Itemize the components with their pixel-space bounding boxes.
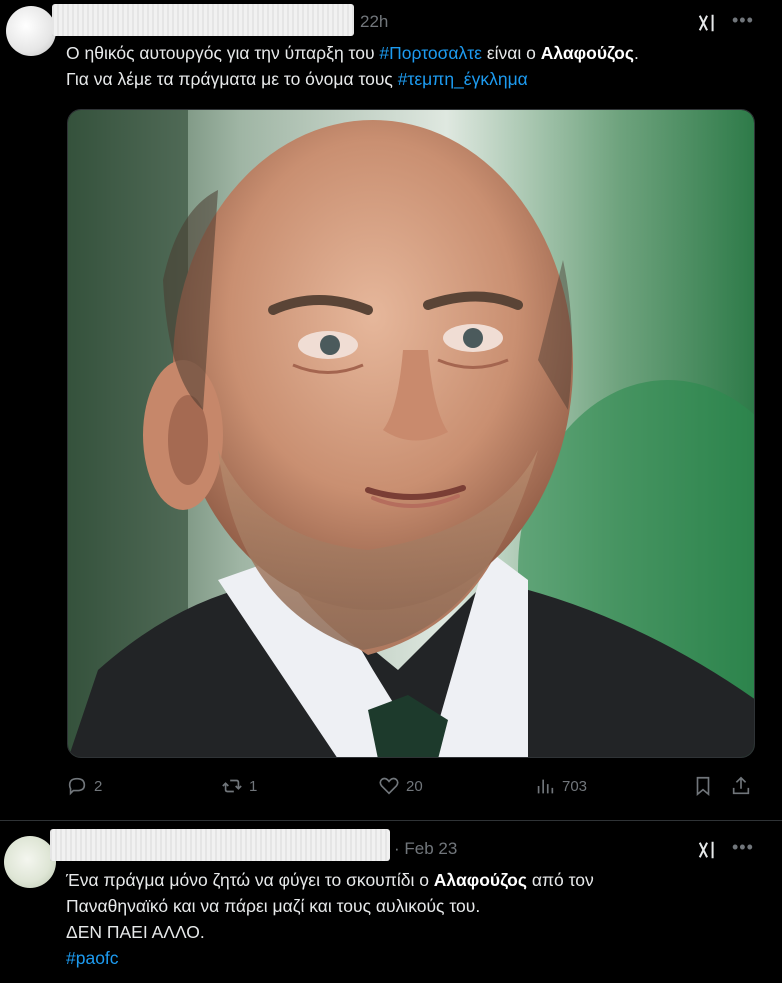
tweet-timestamp[interactable]: · Feb 23 xyxy=(394,839,457,859)
timeline: 22h ••• Ο ηθικός αυτουργός για την ύπαρξ… xyxy=(0,0,782,983)
text-segment: Ένα πράγμα μόνο ζητώ να φύγει το σκουπίδ… xyxy=(66,870,434,890)
repost-count: 1 xyxy=(249,777,258,795)
avatar[interactable] xyxy=(4,836,56,888)
tweet-text-line: Παναθηναϊκό και να πάρει μαζί και τους α… xyxy=(66,896,481,916)
more-icon[interactable]: ••• xyxy=(732,10,754,31)
tweet-text-line: Ένα πράγμα μόνο ζητώ να φύγει το σκουπίδ… xyxy=(66,867,594,893)
view-count: 703 xyxy=(562,777,588,795)
views-button[interactable]: 703 xyxy=(534,775,587,797)
hashtag-link[interactable]: #τεμπη_έγκλημα xyxy=(398,69,528,89)
text-segment: είναι ο xyxy=(481,43,541,63)
tweet-text: Ένα πράγμα μόνο ζητώ να φύγει το σκουπίδ… xyxy=(66,867,594,971)
text-segment: Ο ηθικός αυτουργός για την ύπαρξη του xyxy=(66,43,380,63)
like-icon xyxy=(379,777,399,795)
reply-button[interactable]: 2 xyxy=(66,775,102,797)
reply-icon xyxy=(68,777,86,796)
reply-count: 2 xyxy=(94,777,103,795)
views-icon xyxy=(537,779,554,794)
tweet[interactable]: 22h ••• Ο ηθικός αυτουργός για την ύπαρξ… xyxy=(0,0,782,820)
grok-icon[interactable] xyxy=(697,12,719,34)
avatar[interactable] xyxy=(6,6,56,56)
tweet-actions: 2 1 20 703 xyxy=(66,775,756,801)
tweet-text-line: Ο ηθικός αυτουργός για την ύπαρξη του #Π… xyxy=(66,40,639,66)
bold-name: Αλαφούζος xyxy=(540,43,634,63)
portrait-photo xyxy=(68,110,754,757)
redacted-username xyxy=(50,829,390,861)
tweet-text-line: Για να λέμε τα πράγματα με το όνομα τους… xyxy=(66,66,639,92)
hashtag-link[interactable]: #Πορτοσαλτε xyxy=(379,43,482,63)
text-segment: Για να λέμε τα πράγματα με το όνομα τους xyxy=(66,69,398,89)
tweet-text-line: ΔΕΝ ΠΑΕΙ ΑΛΛΟ. xyxy=(66,922,205,942)
tweet[interactable]: · Feb 23 ••• Ένα πράγμα μόνο ζητώ να φύγ… xyxy=(0,820,782,983)
share-icon xyxy=(732,776,750,795)
hashtag-link[interactable]: #paofc xyxy=(66,948,119,968)
like-button[interactable]: 20 xyxy=(378,775,423,797)
repost-button[interactable]: 1 xyxy=(221,775,257,797)
redacted-username xyxy=(52,4,354,36)
bold-name: Αλαφούζος xyxy=(433,870,527,890)
tweet-photo[interactable] xyxy=(67,109,755,758)
share-button[interactable] xyxy=(730,775,752,797)
text-segment: από τον xyxy=(526,870,594,890)
text-segment: . xyxy=(633,43,639,63)
grok-icon[interactable] xyxy=(697,839,719,861)
tweet-text-line: #paofc xyxy=(66,945,594,971)
bookmark-icon xyxy=(696,776,710,797)
like-count: 20 xyxy=(406,777,423,795)
more-icon[interactable]: ••• xyxy=(732,837,754,858)
tweet-text: Ο ηθικός αυτουργός για την ύπαρξη του #Π… xyxy=(66,40,639,92)
bookmark-button[interactable] xyxy=(692,775,714,797)
tweet-timestamp[interactable]: 22h xyxy=(360,12,388,32)
repost-icon xyxy=(222,779,242,793)
